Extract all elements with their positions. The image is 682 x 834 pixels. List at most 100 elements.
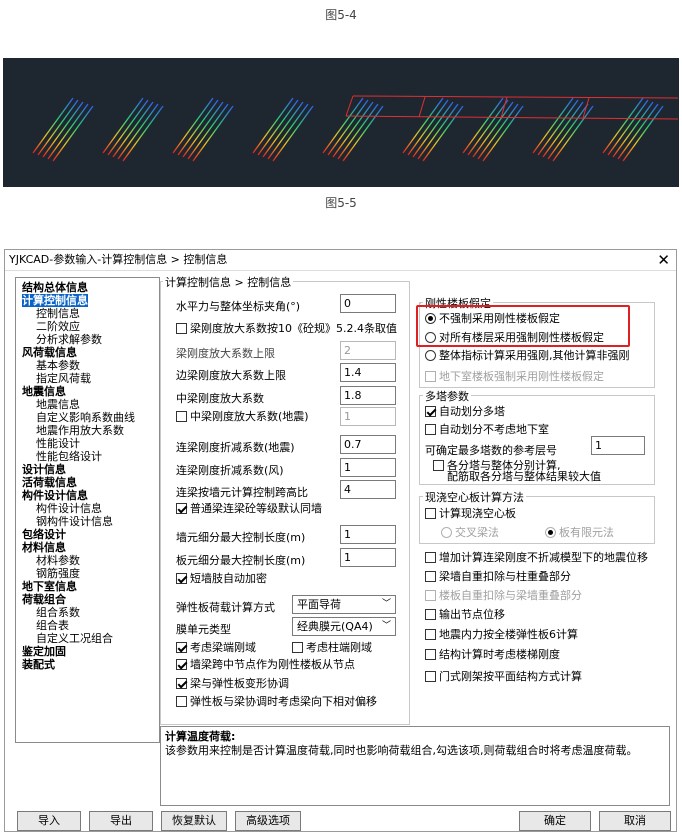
tree-item-label: 钢筋强度: [36, 567, 80, 580]
render-stroke: [122, 105, 164, 162]
col-rigid-label: 考虑柱端刚域: [306, 641, 372, 654]
rigid-option-mixed[interactable]: 整体指标计算采用强刚,其他计算非强刚: [425, 349, 630, 362]
beam-rigid-checkbox[interactable]: 考虑梁端刚域: [176, 641, 256, 654]
tower-calc-checkbox[interactable]: 各分塔与整体分别计算, 配筋取各分塔与整体结果较大值: [433, 460, 601, 482]
advanced-options-button[interactable]: 高级选项: [235, 811, 301, 831]
link-eq-input[interactable]: 0.7: [340, 435, 396, 454]
tree-item[interactable]: 风荷载信息: [22, 346, 159, 359]
category-tree: 结构总体信息 计算控制信息 控制信息 二阶效应 分析求解参数 风荷载信息 基本参数 指定风荷载…: [15, 277, 160, 743]
tree-item[interactable]: 二阶效应: [22, 320, 159, 333]
mid-eq-input[interactable]: 1: [340, 407, 396, 426]
option-7-checkbox[interactable]: 门式刚架按平面结构方式计算: [425, 670, 582, 683]
fem-radio[interactable]: 板有限元法: [545, 526, 614, 539]
option-3-checkbox[interactable]: 楼板自重扣除与梁墙重叠部分: [425, 589, 582, 602]
cross-beam-label: 交叉梁法: [455, 526, 499, 539]
tree-item[interactable]: 自定义工况组合: [22, 632, 159, 645]
import-button[interactable]: 导入: [17, 811, 81, 831]
checkbox-box: [425, 508, 436, 519]
angle-input[interactable]: 0: [340, 294, 396, 313]
render-stroke: [177, 99, 219, 156]
tree-item[interactable]: 材料信息: [22, 541, 159, 554]
short-wall-checkbox[interactable]: 短墙肢自动加密: [176, 572, 267, 585]
tree-item[interactable]: 基本参数: [22, 359, 159, 372]
tree-item-label: 结构总体信息: [22, 281, 88, 294]
tree-item[interactable]: 包络设计: [22, 528, 159, 541]
membrane-label: 膜单元类型: [176, 623, 231, 636]
link-wind-input[interactable]: 1: [340, 458, 396, 477]
render-stroke: [412, 101, 454, 158]
col-rigid-checkbox[interactable]: 考虑柱端刚域: [292, 641, 372, 654]
render-stroke: [607, 99, 649, 156]
option-4-checkbox[interactable]: 输出节点位移: [425, 608, 505, 621]
tree-item[interactable]: 计算控制信息: [22, 294, 159, 307]
cross-beam-radio[interactable]: 交叉梁法: [441, 526, 499, 539]
ok-button[interactable]: 确定: [519, 811, 591, 831]
option-1-checkbox[interactable]: 增加计算连梁刚度不折减模型下的地震位移: [425, 551, 648, 564]
ref-floor-input[interactable]: 1: [591, 436, 645, 455]
restore-defaults-button[interactable]: 恢复默认: [161, 811, 227, 831]
tree-item[interactable]: 地震作用放大系数: [22, 424, 159, 437]
tree-item[interactable]: 装配式: [22, 658, 159, 671]
render-stroke: [192, 105, 234, 162]
no-basement-checkbox[interactable]: 自动划分不考虑地下室: [425, 423, 549, 436]
option-2-checkbox[interactable]: 梁墙自重扣除与柱重叠部分: [425, 570, 571, 583]
hollow-checkbox[interactable]: 计算现浇空心板: [425, 507, 516, 520]
mid-eq-checkbox[interactable]: 中梁刚度放大系数(地震): [176, 410, 309, 423]
membrane-select[interactable]: 经典膜元(QA4) ﹀: [292, 617, 396, 636]
tree-item-label: 鉴定加固: [22, 645, 66, 658]
slab-offset-checkbox[interactable]: 弹性板与梁协调时考虑梁向下相对偏移: [176, 695, 377, 708]
cancel-button[interactable]: 取消: [599, 811, 671, 831]
multi-tower-title: 多塔参数: [423, 388, 471, 404]
link-grade-checkbox[interactable]: 普通梁连梁砼等级默认同墙: [176, 502, 322, 515]
tree-item[interactable]: 地震信息: [22, 385, 159, 398]
basement-rigid-checkbox[interactable]: 地下室楼板强制采用刚性楼板假定: [425, 370, 604, 383]
tree-item[interactable]: 自定义影响系数曲线: [22, 411, 159, 424]
tree-item[interactable]: 性能设计: [22, 437, 159, 450]
tree-item-label: 分析求解参数: [36, 333, 102, 346]
tree-item-label: 荷载组合: [22, 593, 66, 606]
mid-beam-input[interactable]: 1.8: [340, 386, 396, 405]
tree-item[interactable]: 钢构件设计信息: [22, 515, 159, 528]
wall-len-label: 墙元细分最大控制长度(m): [176, 531, 306, 544]
render-stroke: [37, 99, 79, 156]
tree-item[interactable]: 分析求解参数: [22, 333, 159, 346]
option-6-checkbox[interactable]: 结构计算时考虑楼梯刚度: [425, 648, 560, 661]
slab-method-label: 弹性板荷载计算方式: [176, 601, 275, 614]
mid-beam-label: 中梁刚度放大系数: [176, 392, 264, 405]
tree-item[interactable]: 材料参数: [22, 554, 159, 567]
close-icon[interactable]: ✕: [657, 250, 670, 270]
tree-item[interactable]: 组合系数: [22, 606, 159, 619]
edge-beam-input[interactable]: 1.4: [340, 363, 396, 382]
tree-item[interactable]: 构件设计信息: [22, 502, 159, 515]
wall-len-input[interactable]: 1: [340, 525, 396, 544]
tree-item[interactable]: 地震信息: [22, 398, 159, 411]
tree-item[interactable]: 活荷载信息: [22, 476, 159, 489]
tree-item[interactable]: 荷载组合: [22, 593, 159, 606]
tree-item[interactable]: 结构总体信息: [22, 281, 159, 294]
beam10-checkbox[interactable]: 梁刚度放大系数按10《砼规》5.2.4条取值: [176, 322, 397, 335]
auto-tower-checkbox[interactable]: 自动划分多塔: [425, 405, 505, 418]
tree-item[interactable]: 指定风荷载: [22, 372, 159, 385]
tree-item[interactable]: 性能包络设计: [22, 450, 159, 463]
tree-item-label: 风荷载信息: [22, 346, 77, 359]
tree-item[interactable]: 鉴定加固: [22, 645, 159, 658]
link-ratio-input[interactable]: 4: [340, 480, 396, 499]
slab-method-select[interactable]: 平面导荷 ﹀: [292, 595, 396, 614]
tree-item[interactable]: 钢筋强度: [22, 567, 159, 580]
tree-item[interactable]: 控制信息: [22, 307, 159, 320]
beam-slab-checkbox[interactable]: 梁与弹性板变形协调: [176, 677, 289, 690]
tree-item-label: 控制信息: [36, 307, 80, 320]
render-stroke: [617, 103, 659, 160]
beam-max-input[interactable]: 2: [340, 341, 396, 360]
tree-item[interactable]: 组合表: [22, 619, 159, 632]
wall-node-checkbox[interactable]: 墙梁跨中节点作为刚性楼板从节点: [176, 658, 355, 671]
tree-item[interactable]: 地下室信息: [22, 580, 159, 593]
slab-len-input[interactable]: 1: [340, 548, 396, 567]
export-button[interactable]: 导出: [89, 811, 153, 831]
option-1-label: 增加计算连梁刚度不折减模型下的地震位移: [439, 551, 648, 564]
description-title: 计算温度荷载:: [165, 730, 236, 743]
option-5-checkbox[interactable]: 地震内力按全楼弹性板6计算: [425, 628, 578, 641]
render-stroke: [257, 99, 299, 156]
tree-item[interactable]: 构件设计信息: [22, 489, 159, 502]
tree-item[interactable]: 设计信息: [22, 463, 159, 476]
